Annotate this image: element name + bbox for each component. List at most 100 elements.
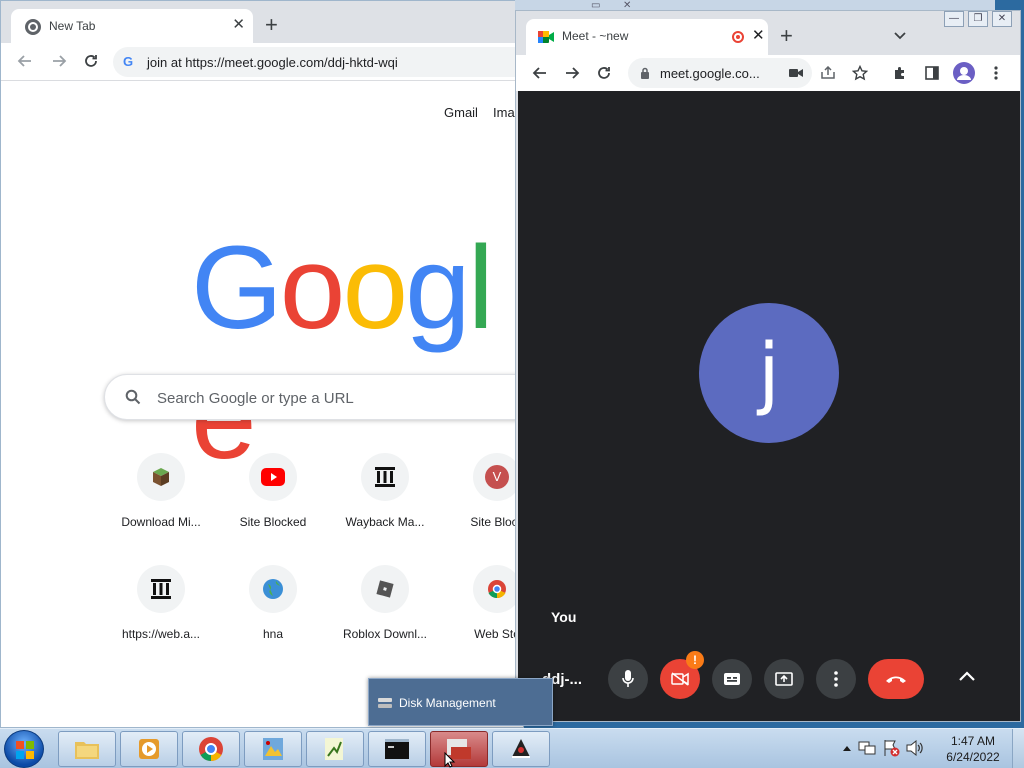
chrome-webstore-icon [473,565,521,613]
shortcut-tile[interactable]: Web Sto [441,565,523,665]
taskbar-computer-management-button[interactable] [430,731,488,767]
folder-icon [75,742,99,759]
images-link[interactable]: Ima [493,105,515,120]
taskbar-notepad-button[interactable] [306,731,364,767]
browser-toolbar: G join at https://meet.google.com/ddj-hk… [1,43,523,81]
bookmark-star-icon[interactable] [848,61,872,85]
show-desktop-button[interactable] [1012,729,1024,768]
shortcut-label: Site Blocked [239,515,307,529]
archive-building-icon [137,565,185,613]
meet-browser-window: — ❐ ✕ Meet - ~new ✕ + meet.google.co... [515,10,1021,722]
gmail-link[interactable]: Gmail [444,105,478,120]
youtube-icon [249,453,297,501]
logo-letter: o [342,222,408,354]
disk-management-icon [378,698,392,708]
more-options-button[interactable] [816,659,856,699]
new-tab-button[interactable]: + [780,25,793,47]
taskbar-java-app-button[interactable] [492,731,550,767]
self-tile-label: You [551,609,577,625]
tab-close-button[interactable]: ✕ [232,15,245,35]
paint-icon [263,738,283,760]
share-icon[interactable] [816,61,840,85]
chrome-icon [25,19,41,35]
archive-building-icon [361,453,409,501]
tab-meet[interactable]: Meet - ~new ✕ [526,19,768,55]
restore-button[interactable]: ❐ [968,11,988,27]
tab-title: New Tab [49,19,96,33]
reload-button[interactable] [79,49,103,73]
forward-button[interactable] [560,61,584,85]
tab-search-chevron-icon[interactable] [894,27,906,45]
taskbar-explorer-button[interactable] [58,731,116,767]
chevron-up-icon[interactable] [958,669,976,687]
present-screen-button[interactable] [764,659,804,699]
profile-avatar-icon[interactable] [952,61,976,85]
start-button[interactable] [4,730,44,768]
shortcut-tile[interactable]: hna [217,565,329,665]
shortcut-letter: V [485,465,509,489]
close-window-button[interactable]: ✕ [992,11,1012,27]
tab-new-tab[interactable]: New Tab ✕ [11,9,253,43]
minimize-button[interactable]: — [944,11,964,27]
logo-letter: g [405,222,471,354]
camera-icon[interactable] [784,61,808,85]
back-button[interactable] [13,49,37,73]
taskbar-chrome-button[interactable] [182,731,240,767]
taskbar-thumbnail-popup: Disk Management [368,678,553,726]
shortcut-tile[interactable]: Download Mi... [105,453,217,553]
taskbar-paint-button[interactable] [244,731,302,767]
search-placeholder: Search Google or type a URL [157,390,354,407]
tab-close-button[interactable]: ✕ [752,26,765,44]
shortcut-tile[interactable]: Roblox Downl... [329,565,441,665]
shortcut-tile[interactable]: V Site Block [441,453,523,553]
network-icon[interactable] [858,740,876,756]
java-duke-icon [512,739,530,758]
taskbar-cmd-button[interactable] [368,731,426,767]
arrow-right-icon [566,67,580,79]
shortcut-tile[interactable]: Wayback Ma... [329,453,441,553]
microphone-button[interactable] [608,659,648,699]
google-meet-icon [538,30,554,43]
captions-button[interactable] [712,659,752,699]
shortcut-tile[interactable]: https://web.a... [105,565,217,665]
shortcut-tile[interactable]: Site Blocked [217,453,329,553]
address-bar-text[interactable]: meet.google.co... [660,66,760,81]
side-panel-icon[interactable] [920,61,944,85]
system-clock[interactable]: 1:47 AM 6/24/2022 [938,733,1008,765]
shortcut-label: https://web.a... [121,627,201,641]
logo-letter: G [191,222,283,354]
taskbar-media-player-button[interactable] [120,731,178,767]
leave-call-button[interactable] [868,659,924,699]
disk-management-window-item[interactable]: Disk Management [377,687,545,719]
action-center-flag-icon[interactable] [882,739,900,757]
command-prompt-icon [385,739,409,759]
extensions-puzzle-icon[interactable] [888,61,912,85]
volume-icon[interactable] [906,740,924,756]
google-search-box[interactable]: Search Google or type a URL [104,374,523,420]
new-tab-button[interactable]: + [265,13,278,37]
more-menu-icon[interactable] [984,61,1008,85]
media-player-icon [139,739,159,759]
back-button[interactable] [528,61,552,85]
shortcut-label: Roblox Downl... [342,627,428,641]
address-bar-text[interactable]: join at https://meet.google.com/ddj-hktd… [147,55,398,70]
logo-letter: o [279,222,346,354]
hang-up-icon [886,676,906,683]
reload-icon [85,55,97,67]
minecraft-block-icon [137,453,185,501]
arrow-left-icon [17,55,31,67]
google-g-icon: G [123,54,134,69]
address-bar[interactable]: G join at https://meet.google.com/ddj-hk… [113,47,523,77]
recording-indicator-icon [732,31,744,43]
notepad-icon [325,738,343,760]
chrome-icon [199,737,223,761]
participant-avatar: j [699,303,839,443]
forward-button[interactable] [47,49,71,73]
microphone-icon [622,670,634,687]
arrow-right-icon [53,55,67,67]
reload-button[interactable] [592,61,616,85]
camera-off-icon [671,672,689,686]
show-hidden-icons-icon[interactable] [842,744,852,752]
letter-v-icon: V [473,453,521,501]
clock-time: 1:47 AM [950,734,996,748]
